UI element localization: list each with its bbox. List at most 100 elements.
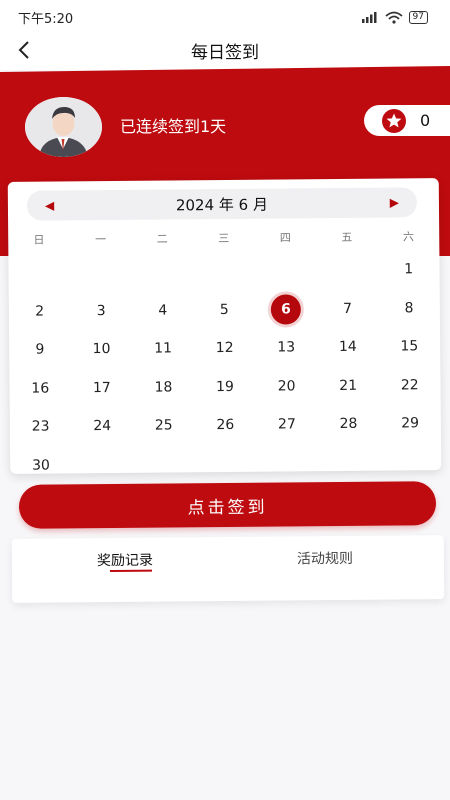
day-cell[interactable]: 17 xyxy=(71,368,133,407)
chevron-left-icon xyxy=(18,41,29,59)
wifi-icon xyxy=(384,11,403,24)
day-number: 6 xyxy=(270,294,302,325)
day-number: 26 xyxy=(216,417,235,434)
month-label: 2024 年 6 月 xyxy=(175,195,269,214)
weekday-label: 二 xyxy=(156,232,168,246)
day-number: 25 xyxy=(154,417,173,434)
day-number: 17 xyxy=(92,379,111,396)
day-number: 28 xyxy=(339,416,358,433)
day-cell[interactable]: 8 xyxy=(378,289,440,328)
status-icons: 97 xyxy=(361,10,428,24)
day-number: 22 xyxy=(400,377,419,394)
star-icon xyxy=(382,108,406,133)
signal-icon xyxy=(361,12,377,23)
checkin-button[interactable]: 点击签到 xyxy=(18,481,437,529)
day-cell[interactable]: 24 xyxy=(71,407,133,446)
day-cell[interactable]: 29 xyxy=(379,404,441,443)
day-cell[interactable]: 10 xyxy=(71,330,133,369)
weekday-label: 一 xyxy=(95,233,107,247)
day-cell[interactable]: 19 xyxy=(194,367,256,406)
month-selector: ◀ 2024 年 6 月 ▶ xyxy=(26,187,418,221)
calendar-card: ◀ 2024 年 6 月 ▶ 日一二三四五六 1 2 3 4 5 6 7 8 9 10 11 12 13… xyxy=(7,178,442,474)
day-cell[interactable]: 1 xyxy=(378,250,440,289)
day-number: 10 xyxy=(92,341,111,358)
day-cell[interactable]: 28 xyxy=(318,405,380,444)
day-number: 4 xyxy=(158,302,168,319)
page-title: 每日签到 xyxy=(191,42,259,63)
weekday-label: 三 xyxy=(218,231,230,246)
day-cell[interactable]: 11 xyxy=(132,329,194,368)
day-number: 16 xyxy=(31,380,50,397)
day-cell[interactable]: 13 xyxy=(255,328,317,367)
day-cell[interactable]: 25 xyxy=(133,406,195,445)
day-cell[interactable]: 9 xyxy=(9,330,71,369)
day-number: 23 xyxy=(31,418,50,435)
day-number: 30 xyxy=(31,457,50,474)
day-cell-today[interactable]: 6 xyxy=(255,290,317,329)
day-number: 20 xyxy=(277,378,296,395)
day-cell[interactable]: 23 xyxy=(10,407,72,446)
day-cell[interactable]: 16 xyxy=(9,369,71,408)
points-badge[interactable]: 0 xyxy=(364,105,450,136)
day-number: 12 xyxy=(215,340,234,357)
day-number: 5 xyxy=(219,301,229,318)
day-cell[interactable]: 3 xyxy=(70,291,132,330)
user-avatar-icon xyxy=(25,97,102,157)
day-grid: 1 2 3 4 5 6 7 8 9 10 11 12 13 14 15 16 17 18 19 20 21 22 23 24 2… xyxy=(8,250,441,485)
day-number: 27 xyxy=(277,416,296,433)
day-number: 7 xyxy=(342,300,353,317)
status-time: 下午5:20 xyxy=(18,11,74,27)
tab-rules[interactable]: 活动规则 xyxy=(297,548,353,568)
day-number: 3 xyxy=(96,302,106,319)
tab-rewards[interactable]: 奖励记录 xyxy=(97,550,153,570)
avatar[interactable] xyxy=(25,97,102,157)
day-cell[interactable]: 27 xyxy=(256,405,318,444)
day-number: 19 xyxy=(216,378,235,395)
day-number: 21 xyxy=(339,377,358,394)
weekday-label: 日 xyxy=(33,233,45,247)
day-cell[interactable]: 5 xyxy=(193,290,255,329)
day-cell[interactable]: 14 xyxy=(317,328,379,367)
day-cell[interactable]: 12 xyxy=(194,329,256,368)
day-cell[interactable]: 22 xyxy=(379,366,441,405)
day-number: 2 xyxy=(35,303,45,320)
day-cell[interactable]: 7 xyxy=(317,289,379,328)
day-number: 9 xyxy=(35,341,45,358)
prev-month-icon[interactable]: ◀ xyxy=(45,198,54,212)
battery-icon: 97 xyxy=(408,10,428,24)
weekday-header: 日一二三四五六 xyxy=(8,228,439,248)
day-number: 8 xyxy=(404,300,414,317)
day-cell[interactable]: 30 xyxy=(10,446,72,485)
day-number: 24 xyxy=(93,418,112,435)
day-blank xyxy=(70,253,132,292)
day-cell[interactable]: 15 xyxy=(378,327,440,366)
next-month-icon[interactable]: ▶ xyxy=(390,195,399,209)
day-cell[interactable]: 21 xyxy=(317,366,379,405)
day-number: 29 xyxy=(401,415,420,432)
status-bar: 下午5:20 97 xyxy=(0,0,450,34)
day-number: 11 xyxy=(154,340,173,357)
back-button[interactable] xyxy=(10,36,38,64)
day-blank xyxy=(8,253,70,292)
day-blank xyxy=(193,252,255,291)
day-number: 18 xyxy=(154,379,173,396)
day-cell[interactable]: 20 xyxy=(256,367,318,406)
points-value: 0 xyxy=(420,111,431,130)
day-number: 14 xyxy=(338,339,357,356)
streak-text: 已连续签到1天 xyxy=(120,117,227,136)
tab-card: 奖励记录 活动规则 xyxy=(11,535,445,603)
weekday-label: 五 xyxy=(341,230,353,244)
day-cell[interactable]: 4 xyxy=(132,291,194,330)
active-tab-indicator xyxy=(110,569,153,573)
nav-bar: 每日签到 xyxy=(0,30,450,70)
day-blank xyxy=(255,251,317,290)
day-number: 13 xyxy=(277,339,296,356)
weekday-label: 六 xyxy=(402,230,414,244)
day-cell[interactable]: 18 xyxy=(133,368,195,407)
weekday-label: 四 xyxy=(279,231,291,245)
day-number: 1 xyxy=(404,261,414,278)
day-number: 15 xyxy=(400,338,419,355)
day-cell[interactable]: 2 xyxy=(9,292,71,331)
day-blank xyxy=(131,252,193,291)
day-cell[interactable]: 26 xyxy=(194,406,256,445)
